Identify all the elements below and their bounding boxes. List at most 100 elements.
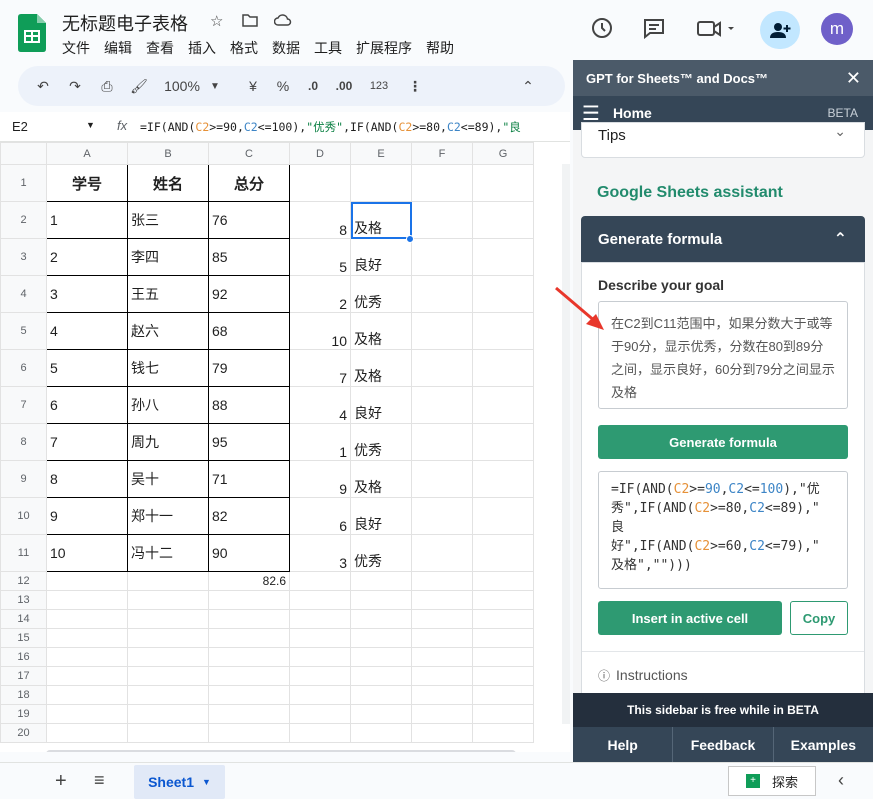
cell-score[interactable]: 90 [208,534,290,572]
cell-name[interactable]: 张三 [127,201,209,239]
cell-rank[interactable]: 3 [289,534,351,572]
cell[interactable] [411,628,473,648]
cell-rank[interactable]: 5 [289,238,351,276]
cell[interactable] [289,628,351,648]
cell-grade[interactable]: 良好 [350,497,412,535]
column-header-d[interactable]: D [289,142,351,165]
cell[interactable] [350,723,412,743]
cell-score[interactable]: 92 [208,275,290,313]
cell-score[interactable]: 68 [208,312,290,350]
cell-grade[interactable]: 优秀 [350,275,412,313]
cell[interactable] [411,704,473,724]
cell[interactable] [127,590,209,610]
chevron-up-icon[interactable]: ⌃ [834,229,847,249]
header-cell-id[interactable]: 学号 [46,164,128,202]
vertical-scrollbar[interactable] [562,164,570,724]
sheet-tab-dropdown-icon[interactable]: ▼ [202,777,211,787]
row-header[interactable]: 2 [0,201,47,239]
cell[interactable] [289,685,351,705]
cell[interactable] [472,386,534,424]
column-header-c[interactable]: C [208,142,290,165]
cell[interactable] [350,164,412,202]
cell[interactable] [350,647,412,667]
row-header[interactable]: 18 [0,685,47,705]
cell-id[interactable]: 3 [46,275,128,313]
cell[interactable] [46,628,128,648]
menu-edit[interactable]: 编辑 [104,38,132,58]
row-header[interactable]: 12 [0,571,47,591]
cell-id[interactable]: 7 [46,423,128,461]
cell[interactable] [472,666,534,686]
cell[interactable] [208,685,290,705]
cell-rank[interactable]: 4 [289,386,351,424]
cell-score[interactable]: 88 [208,386,290,424]
cell[interactable] [411,423,473,461]
cell[interactable] [472,609,534,629]
zoom-select[interactable]: 100% [162,78,202,94]
examples-link[interactable]: Examples [774,727,873,762]
row-header[interactable]: 14 [0,609,47,629]
cell[interactable] [127,647,209,667]
cell[interactable] [472,571,534,591]
row-header[interactable]: 17 [0,666,47,686]
cell[interactable] [472,238,534,276]
cell[interactable] [411,497,473,535]
generate-formula-button[interactable]: Generate formula [598,425,848,459]
cell[interactable] [127,666,209,686]
cell-id[interactable]: 8 [46,460,128,498]
redo-icon[interactable]: ↷ [64,78,86,95]
cell-name[interactable]: 郑十一 [127,497,209,535]
cell-grade[interactable]: 良好 [350,386,412,424]
avatar[interactable]: m [821,13,853,45]
cell[interactable] [472,723,534,743]
row-header[interactable]: 15 [0,628,47,648]
row-header[interactable]: 19 [0,704,47,724]
menu-file[interactable]: 文件 [62,38,90,58]
cell[interactable] [46,685,128,705]
cell-id[interactable]: 4 [46,312,128,350]
cloud-status-icon[interactable] [273,13,292,32]
cell-score[interactable]: 95 [208,423,290,461]
cell[interactable] [350,590,412,610]
cell-id[interactable]: 5 [46,349,128,387]
cell[interactable] [472,628,534,648]
share-button[interactable] [760,11,800,49]
cell-rank[interactable]: 10 [289,312,351,350]
more-options-icon[interactable]: ⋮ [408,78,422,95]
cell[interactable] [289,666,351,686]
tips-card[interactable]: Tips ⌄ [581,122,865,158]
formula-input[interactable]: =IF(AND(C2>=90,C2<=100),"优秀",IF(AND(C2>=… [140,119,521,135]
cell-score[interactable]: 76 [208,201,290,239]
cell[interactable] [46,666,128,686]
cell[interactable] [472,423,534,461]
collapse-toolbar-icon[interactable]: ⌃ [518,78,538,95]
cell[interactable] [350,704,412,724]
cell-score[interactable]: 82 [208,497,290,535]
cell[interactable] [411,386,473,424]
instructions-toggle[interactable]: ⓘ Instructions [598,667,688,684]
add-sheet-icon[interactable]: + [55,770,67,793]
cell-grade[interactable]: 优秀 [350,423,412,461]
cell[interactable] [127,723,209,743]
cell[interactable] [208,609,290,629]
horizontal-scrollbar[interactable] [46,750,516,752]
cell-name[interactable]: 孙八 [127,386,209,424]
cell[interactable] [411,164,473,202]
zoom-dropdown-icon[interactable]: ▼ [208,81,222,92]
cell[interactable] [208,723,290,743]
cell-name[interactable]: 李四 [127,238,209,276]
row-header[interactable]: 3 [0,238,47,276]
cell[interactable] [208,628,290,648]
cell[interactable] [46,590,128,610]
menu-extensions[interactable]: 扩展程序 [356,38,412,58]
cell[interactable] [411,609,473,629]
cell-score[interactable]: 79 [208,349,290,387]
menu-help[interactable]: 帮助 [426,38,454,58]
cell-rank[interactable]: 8 [289,201,351,239]
cell[interactable] [472,164,534,202]
menu-tools[interactable]: 工具 [314,38,342,58]
paint-format-icon[interactable]: 🖌︎ [128,78,150,95]
cell-name[interactable]: 冯十二 [127,534,209,572]
cell-grade[interactable]: 良好 [350,238,412,276]
name-box-dropdown-icon[interactable]: ▼ [86,120,95,130]
